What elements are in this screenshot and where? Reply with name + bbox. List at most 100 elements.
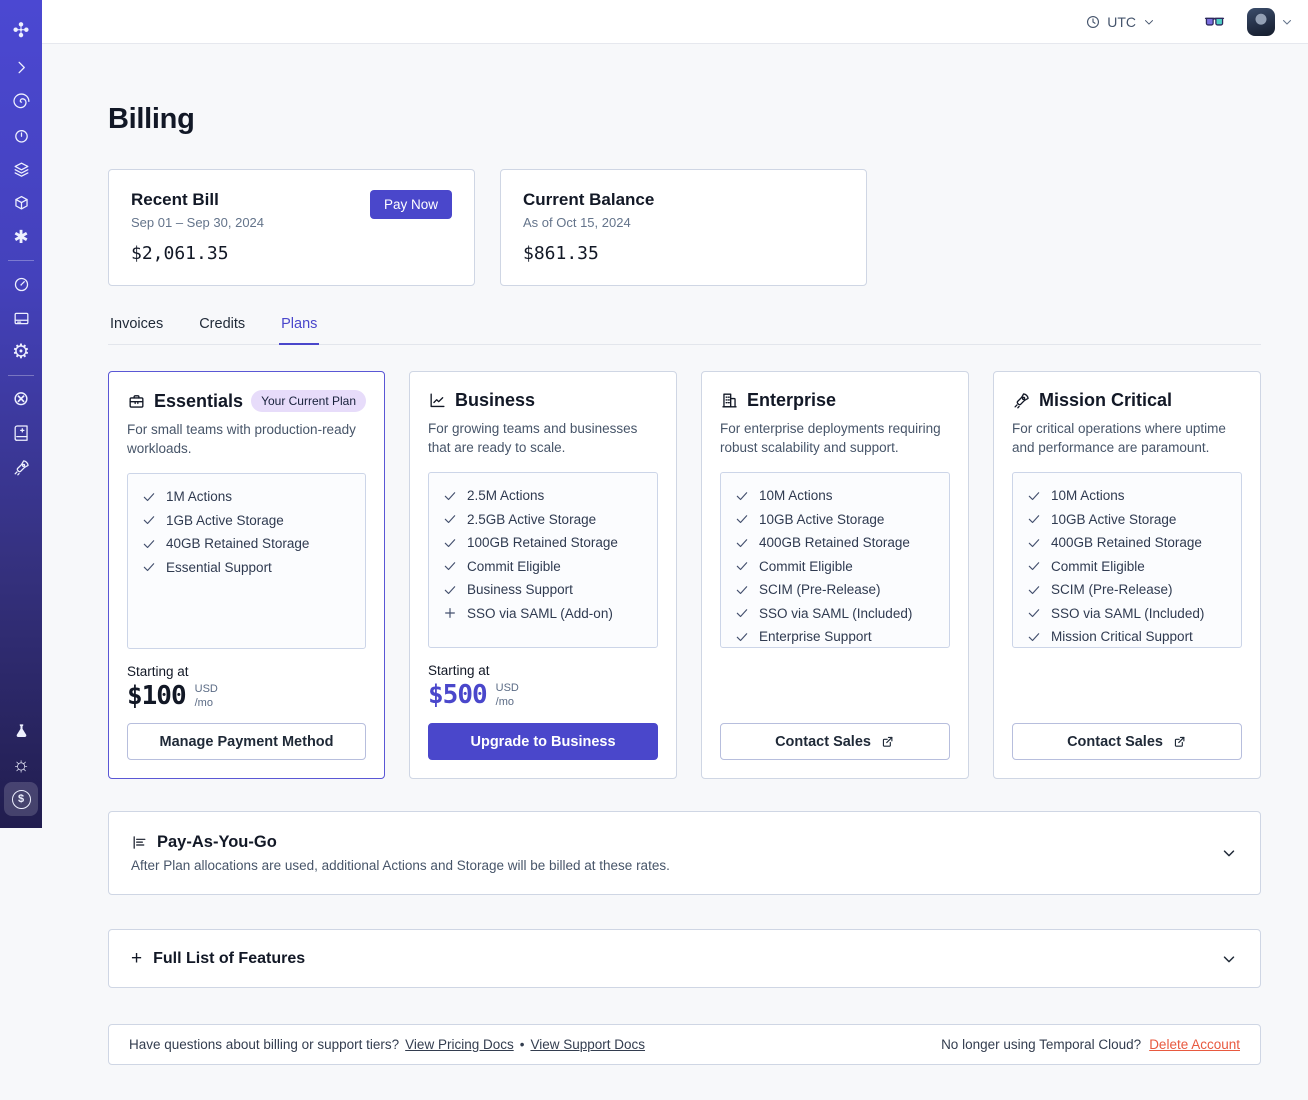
layers-icon[interactable] <box>4 152 38 186</box>
timer-icon[interactable] <box>4 118 38 152</box>
check-icon <box>735 489 749 503</box>
recent-bill-card: Recent Bill Sep 01 – Sep 30, 2024 Pay No… <box>108 169 475 286</box>
pinwheel-logo-icon[interactable]: ✣ <box>4 12 38 50</box>
flask-icon[interactable] <box>4 714 38 748</box>
check-icon <box>735 630 749 644</box>
pay-as-you-go-accordion[interactable]: Pay-As-You-Go After Plan allocations are… <box>108 811 1261 895</box>
check-icon <box>1027 630 1041 644</box>
plan-price-unit: USD/mo <box>495 682 519 708</box>
plan-pricing: Starting at $100 USD/mo <box>127 664 366 711</box>
lifebuoy-icon[interactable]: ⊗ <box>4 382 38 416</box>
plan-card-mission-critical: Mission Critical For critical operations… <box>993 371 1262 779</box>
check-icon <box>142 513 156 527</box>
check-icon <box>443 512 457 526</box>
main-content: Billing Recent Bill Sep 01 – Sep 30, 202… <box>42 44 1308 1100</box>
plan-feature: 100GB Retained Storage <box>443 535 645 550</box>
plan-feature: Essential Support <box>142 560 353 575</box>
check-icon <box>142 560 156 574</box>
pay-now-button[interactable]: Pay Now <box>369 190 452 219</box>
cube-icon[interactable] <box>4 186 38 220</box>
plan-feature: 400GB Retained Storage <box>1027 535 1229 550</box>
plan-feature: Mission Critical Support <box>1027 629 1229 644</box>
feature-label: Commit Eligible <box>759 558 853 574</box>
plan-card-enterprise: Enterprise For enterprise deployments re… <box>701 371 970 779</box>
summary-cards: Recent Bill Sep 01 – Sep 30, 2024 Pay No… <box>108 169 1261 286</box>
feature-label: Commit Eligible <box>1051 558 1145 574</box>
check-icon <box>1027 559 1041 573</box>
plan-price: $500 <box>428 680 488 710</box>
external-link-icon <box>880 734 895 749</box>
plan-feature-list: 1M Actions 1GB Active Storage 40GB Retaine… <box>127 473 367 649</box>
tab-plans[interactable]: Plans <box>279 310 320 345</box>
full-features-accordion[interactable]: + Full List of Features <box>108 929 1261 988</box>
rocket-icon[interactable] <box>4 450 38 484</box>
feature-label: Commit Eligible <box>467 558 561 574</box>
chevron-down-icon[interactable] <box>1220 844 1238 862</box>
spiral-icon[interactable] <box>4 84 38 118</box>
feature-label: 2.5GB Active Storage <box>467 511 597 527</box>
plan-feature-list: 10M Actions 10GB Active Storage 400GB Reta… <box>1012 472 1243 648</box>
tab-invoices[interactable]: Invoices <box>108 310 165 344</box>
dollar-icon[interactable]: $ <box>4 782 38 816</box>
tab-credits[interactable]: Credits <box>197 310 247 344</box>
chevron-down-icon[interactable] <box>1220 950 1238 968</box>
support-docs-link[interactable]: View Support Docs <box>530 1037 645 1052</box>
check-icon <box>1027 489 1041 503</box>
briefcase-icon <box>127 392 146 411</box>
check-icon <box>735 512 749 526</box>
feature-label: SSO via SAML (Add-on) <box>467 605 613 621</box>
full-features-title: Full List of Features <box>153 949 306 967</box>
plan-feature: 10GB Active Storage <box>1027 512 1229 527</box>
upgrade-to-business-button[interactable]: Upgrade to Business <box>428 723 659 760</box>
feature-label: 100GB Retained Storage <box>467 535 618 550</box>
plan-feature: 2.5M Actions <box>443 488 645 503</box>
user-menu[interactable] <box>1247 7 1294 36</box>
plan-cards: Essentials Your Current Plan For small t… <box>108 371 1262 779</box>
clock-icon <box>1085 14 1101 30</box>
sidebar-divider <box>8 260 34 261</box>
horizontal-bars-icon <box>131 834 148 851</box>
gear-icon[interactable]: ⚙ <box>4 335 38 369</box>
payg-description: After Plan allocations are used, additio… <box>131 858 670 873</box>
feature-label: Mission Critical Support <box>1051 629 1193 644</box>
plan-pricing: Starting at $500 USD/mo <box>428 663 658 710</box>
current-balance-title: Current Balance <box>523 190 655 209</box>
gauge-icon[interactable] <box>4 267 38 301</box>
plan-title: Essentials <box>154 390 244 411</box>
current-balance-asof: As of Oct 15, 2024 <box>523 215 631 230</box>
timezone-selector[interactable]: UTC <box>1085 14 1156 30</box>
delete-account-link[interactable]: Delete Account <box>1149 1037 1240 1052</box>
recent-bill-period: Sep 01 – Sep 30, 2024 <box>131 215 265 230</box>
feature-label: 40GB Retained Storage <box>166 536 310 551</box>
topbar: UTC <box>42 0 1308 44</box>
plan-feature: Commit Eligible <box>735 559 937 574</box>
feature-label: 1M Actions <box>166 489 233 504</box>
current-balance-amount: $861.35 <box>523 243 599 264</box>
glasses-icon[interactable] <box>1202 11 1227 33</box>
check-icon <box>443 536 457 550</box>
chevron-right-icon[interactable] <box>4 50 38 84</box>
feature-label: 10M Actions <box>759 488 833 503</box>
check-icon <box>142 537 156 551</box>
billing-tabs: Invoices Credits Plans <box>108 310 1261 345</box>
card-icon[interactable] <box>4 301 38 335</box>
book-icon[interactable] <box>4 416 38 450</box>
check-icon <box>1027 536 1041 550</box>
feature-label: 2.5M Actions <box>467 488 545 503</box>
plan-title: Mission Critical <box>1039 390 1173 410</box>
current-balance-card: Current Balance As of Oct 15, 2024 $861.… <box>500 169 867 286</box>
sun-icon[interactable]: ☼ <box>4 748 38 782</box>
asterisk-icon[interactable]: ✱ <box>4 220 38 254</box>
contact-sales-button[interactable]: Contact Sales <box>720 723 951 760</box>
plan-feature: SCIM (Pre-Release) <box>735 582 937 597</box>
footer-bar: Have questions about billing or support … <box>108 1024 1261 1065</box>
plan-card-essentials: Essentials Your Current Plan For small t… <box>108 371 386 779</box>
starting-at-label: Starting at <box>428 663 490 678</box>
plan-description: For critical operations where uptime and… <box>1012 421 1226 456</box>
contact-sales-button[interactable]: Contact Sales <box>1012 723 1243 760</box>
avatar[interactable] <box>1247 7 1275 36</box>
chevron-down-icon <box>1280 15 1294 29</box>
manage-payment-method-button[interactable]: Manage Payment Method <box>127 723 367 760</box>
plan-feature: 1GB Active Storage <box>142 513 353 528</box>
pricing-docs-link[interactable]: View Pricing Docs <box>405 1037 514 1052</box>
